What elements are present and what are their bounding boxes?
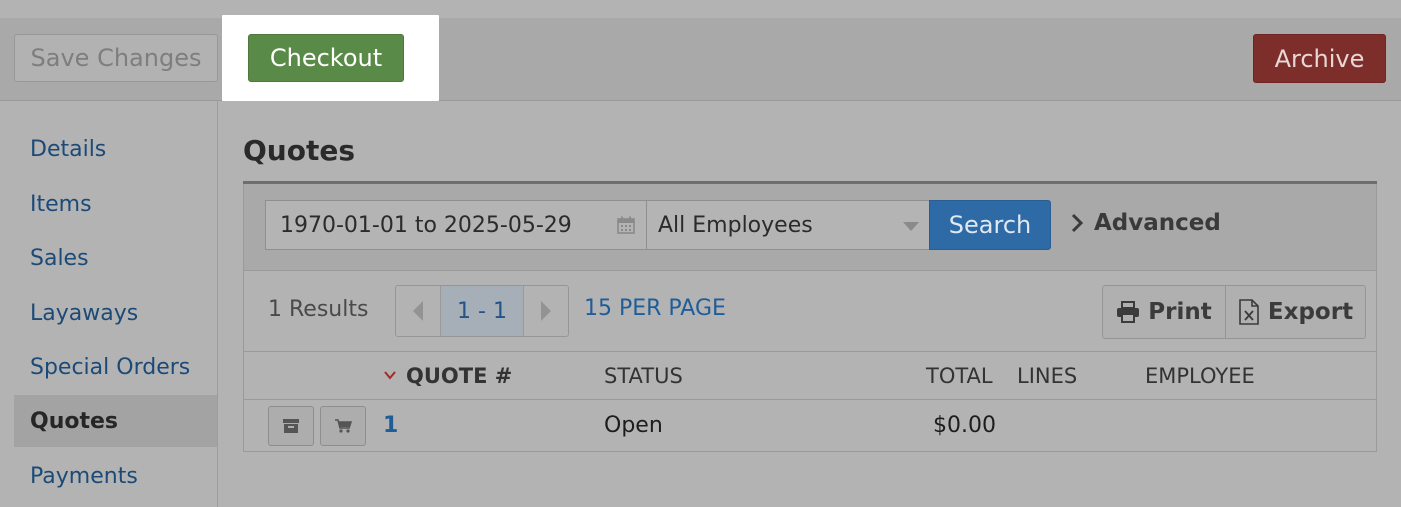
date-range-input[interactable]: 1970-01-01 to 2025-05-29 [265,200,647,250]
sidebar-item-payments[interactable]: Payments [14,450,217,502]
archive-box-icon [283,419,299,433]
advanced-toggle[interactable]: Advanced [1070,210,1221,236]
employee-select-value: All Employees [658,212,813,238]
export-button[interactable]: Export [1225,285,1366,339]
sidebar-item-layaways[interactable]: Layaways [14,287,217,339]
next-page-button[interactable] [524,286,568,336]
date-range-value: 1970-01-01 to 2025-05-29 [280,212,572,238]
sidebar-item-items[interactable]: Items [14,178,217,230]
previous-page-button[interactable] [396,286,440,336]
table-row: 1 Open $0.00 [244,400,1376,452]
employee-select[interactable]: All Employees [646,200,930,250]
chevron-right-icon [540,301,551,321]
quote-total: $0.00 [933,413,996,438]
results-bar: 1 Results 1 - 1 15 PER PAGE Print Export [244,271,1376,352]
table-header: QUOTE # STATUS TOTAL LINES EMPLOYEE [244,352,1376,400]
cart-icon [335,419,352,433]
quotes-panel: 1970-01-01 to 2025-05-29 All Employees S… [243,184,1377,452]
filter-bar: 1970-01-01 to 2025-05-29 All Employees S… [244,184,1376,271]
print-label: Print [1148,299,1212,325]
checkout-button[interactable]: Checkout [248,34,404,82]
printer-icon [1117,301,1140,323]
sidebar-item-quotes[interactable]: Quotes [14,395,217,447]
sidebar-item-details[interactable]: Details [14,123,217,175]
page-title: Quotes [243,134,356,167]
export-label: Export [1267,299,1354,325]
quote-number-link[interactable]: 1 [383,413,398,438]
checkout-row-button[interactable] [320,406,366,446]
column-status[interactable]: STATUS [604,364,683,388]
pagination: 1 - 1 [395,285,569,337]
print-button[interactable]: Print [1102,285,1226,339]
sidebar: Details Items Sales Layaways Special Ord… [0,101,218,507]
save-changes-button[interactable]: Save Changes [14,34,218,82]
current-page-range: 1 - 1 [440,286,524,336]
quote-status: Open [604,413,663,438]
chevron-right-icon [1071,213,1084,233]
column-total[interactable]: TOTAL [926,364,993,388]
per-page-selector[interactable]: 15 PER PAGE [584,296,726,321]
calendar-icon[interactable] [616,215,636,235]
archive-row-button[interactable] [268,406,314,446]
sidebar-item-sales[interactable]: Sales [14,232,217,284]
sort-desc-icon [384,371,396,380]
column-employee[interactable]: EMPLOYEE [1145,364,1255,388]
advanced-label: Advanced [1094,210,1221,236]
column-quote-number[interactable]: QUOTE # [406,364,512,388]
results-count: 1 Results [268,297,369,322]
sidebar-item-special-orders[interactable]: Special Orders [14,341,217,393]
archive-button[interactable]: Archive [1253,34,1386,83]
chevron-left-icon [413,301,424,321]
excel-file-icon [1239,299,1259,325]
search-button[interactable]: Search [929,200,1051,250]
chevron-down-icon [903,222,919,231]
column-lines[interactable]: LINES [1017,364,1077,388]
top-toolbar: Save Changes Checkout Archive [0,15,1401,101]
